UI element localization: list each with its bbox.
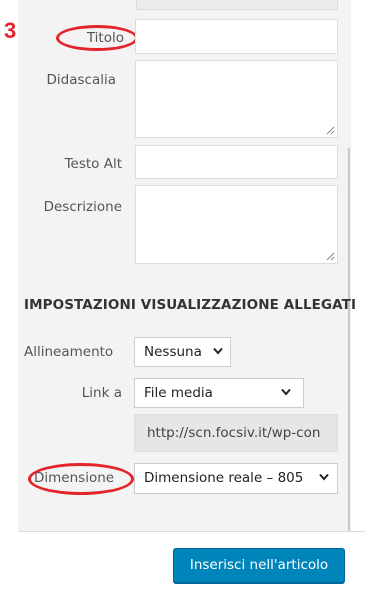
size-select[interactable]: Dimensione reale – 805 bbox=[134, 463, 338, 494]
resize-grip-icon[interactable] bbox=[326, 252, 335, 261]
step-number: 3 bbox=[4, 18, 17, 43]
link-url-field: http://scn.focsiv.it/wp-con bbox=[134, 414, 338, 452]
link-to-label: Link a bbox=[81, 385, 122, 401]
previous-field-edge bbox=[136, 0, 338, 10]
scrollbar[interactable] bbox=[348, 148, 350, 531]
caption-label: Didascalia bbox=[46, 72, 117, 88]
description-textarea[interactable] bbox=[135, 185, 338, 264]
alignment-select[interactable]: Nessuna bbox=[134, 337, 231, 367]
alt-text-label: Testo Alt bbox=[64, 156, 122, 172]
title-input[interactable] bbox=[135, 19, 338, 54]
alignment-label: Allineamento bbox=[24, 344, 114, 360]
chevron-down-icon bbox=[281, 388, 291, 396]
resize-grip-icon[interactable] bbox=[326, 126, 335, 135]
chevron-down-icon bbox=[213, 347, 223, 355]
insert-into-post-button[interactable]: Inserisci nell'articolo bbox=[173, 548, 345, 583]
size-highlight-oval bbox=[28, 463, 134, 495]
title-highlight-oval bbox=[56, 25, 138, 51]
display-settings-heading: IMPOSTAZIONI VISUALIZZAZIONE ALLEGATI bbox=[24, 297, 357, 313]
chevron-down-icon bbox=[319, 473, 329, 481]
description-label: Descrizione bbox=[43, 199, 122, 215]
alt-text-input[interactable] bbox=[135, 145, 338, 179]
link-to-select[interactable]: File media bbox=[134, 378, 304, 408]
caption-textarea[interactable] bbox=[135, 60, 338, 138]
